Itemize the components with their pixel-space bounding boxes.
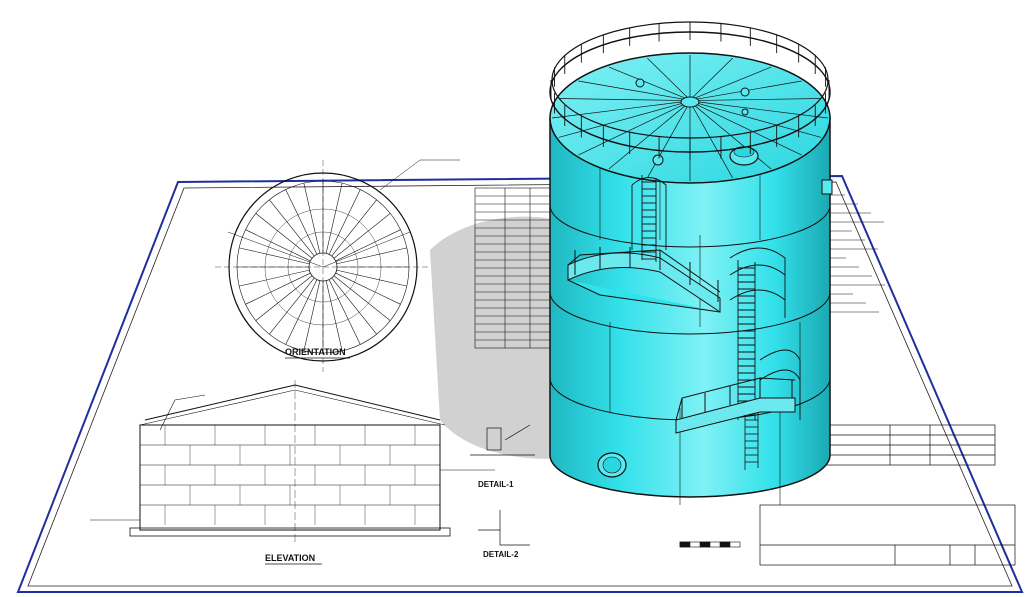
tank-3d-model <box>549 21 833 505</box>
detail-2-title: DETAIL-2 <box>483 550 519 559</box>
side-nozzle <box>821 179 833 195</box>
elevation-title: ELEVATION <box>265 553 315 563</box>
detail-1-title: DETAIL-1 <box>478 480 514 489</box>
tank-drawing-scene: ORIENTATION ELEVATION DETAIL-1 DETAIL-2 <box>16 21 1024 593</box>
plan-title: ORIENTATION <box>285 347 346 357</box>
